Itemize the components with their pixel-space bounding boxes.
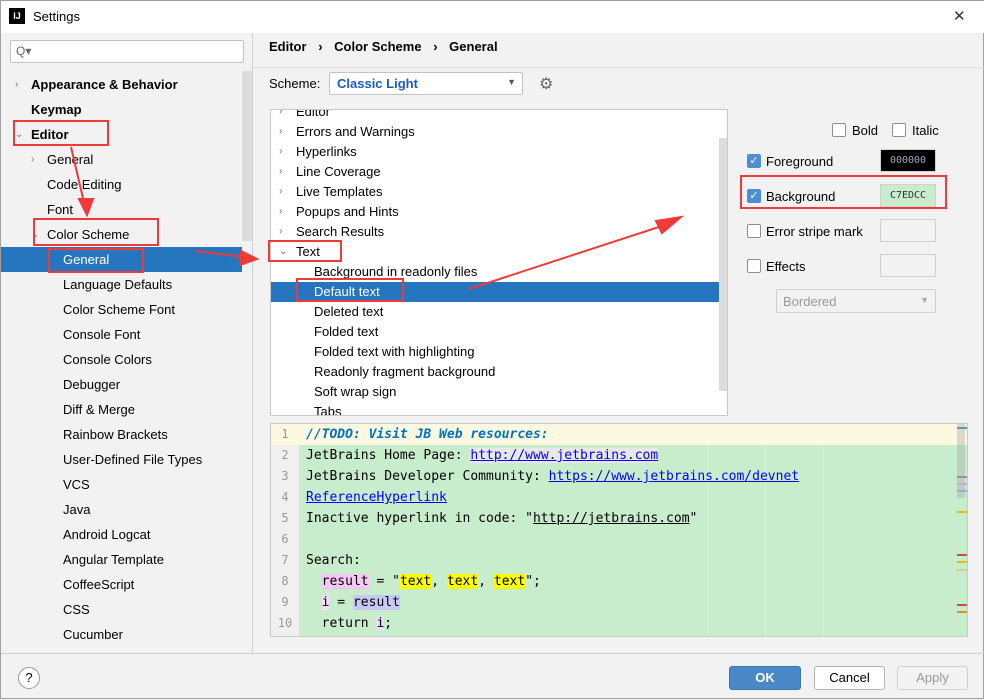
annotation-arrows: [70, 146, 685, 290]
